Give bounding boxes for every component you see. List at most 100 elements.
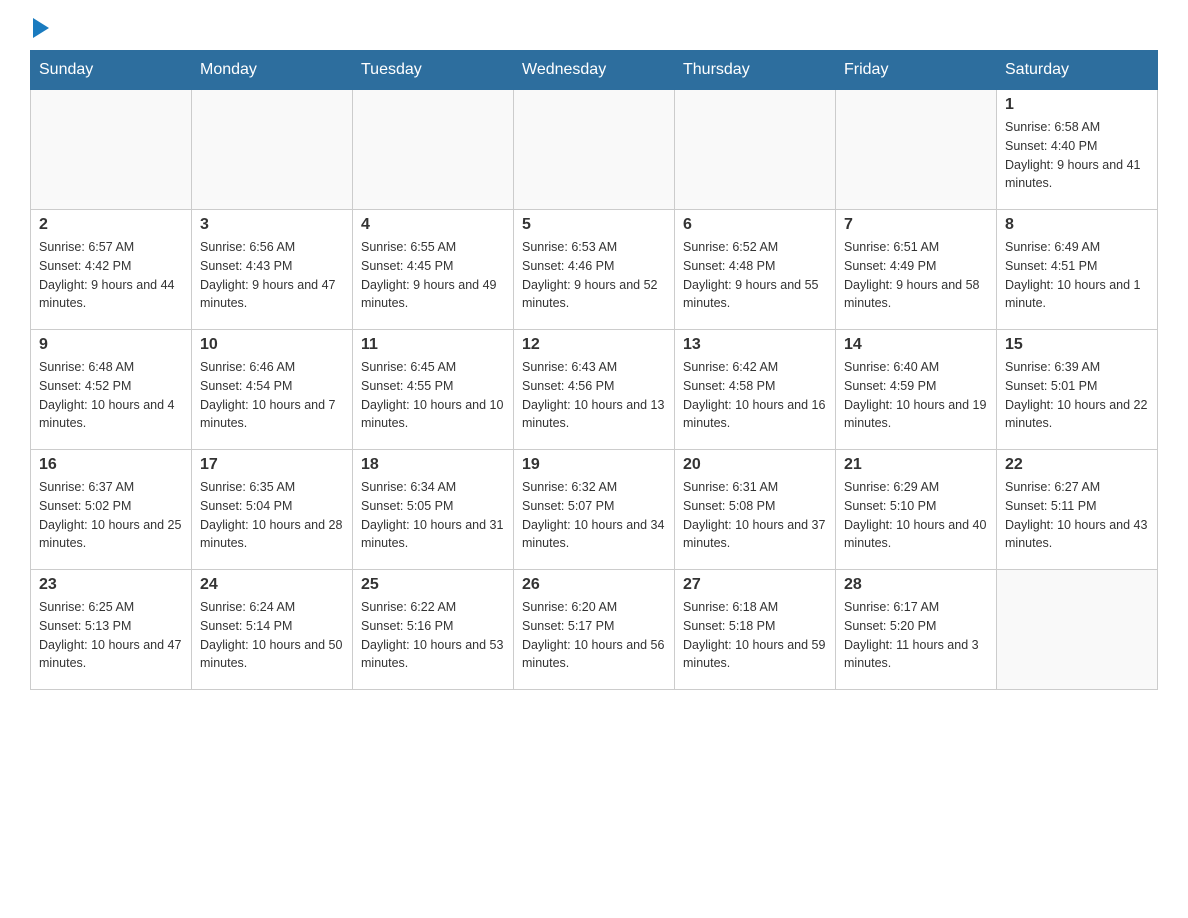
day-info: Sunrise: 6:53 AM Sunset: 4:46 PM Dayligh… <box>522 238 666 313</box>
calendar-week-row: 1 Sunrise: 6:58 AM Sunset: 4:40 PM Daylig… <box>31 90 1158 210</box>
day-info: Sunrise: 6:27 AM Sunset: 5:11 PM Dayligh… <box>1005 478 1149 553</box>
calendar-cell: 17 Sunrise: 6:35 AM Sunset: 5:04 PM Dayli… <box>192 450 353 570</box>
calendar-cell <box>997 570 1158 690</box>
calendar-cell: 21 Sunrise: 6:29 AM Sunset: 5:10 PM Dayli… <box>836 450 997 570</box>
day-number: 23 <box>39 576 183 594</box>
day-number: 19 <box>522 456 666 474</box>
calendar-cell: 23 Sunrise: 6:25 AM Sunset: 5:13 PM Dayli… <box>31 570 192 690</box>
page-header <box>30 20 1158 34</box>
day-number: 11 <box>361 336 505 354</box>
logo <box>30 20 49 34</box>
calendar-cell <box>353 90 514 210</box>
day-number: 12 <box>522 336 666 354</box>
day-info: Sunrise: 6:51 AM Sunset: 4:49 PM Dayligh… <box>844 238 988 313</box>
calendar-cell: 12Sunrise: 6:43 AM Sunset: 4:56 PM Dayli… <box>514 330 675 450</box>
day-number: 1 <box>1005 96 1149 114</box>
weekday-header-sunday: Sunday <box>31 51 192 90</box>
day-info: Sunrise: 6:34 AM Sunset: 5:05 PM Dayligh… <box>361 478 505 553</box>
day-number: 20 <box>683 456 827 474</box>
calendar-cell: 22 Sunrise: 6:27 AM Sunset: 5:11 PM Dayli… <box>997 450 1158 570</box>
day-info: Sunrise: 6:58 AM Sunset: 4:40 PM Dayligh… <box>1005 118 1149 193</box>
day-number: 27 <box>683 576 827 594</box>
calendar-cell: 7 Sunrise: 6:51 AM Sunset: 4:49 PM Daylig… <box>836 210 997 330</box>
day-number: 10 <box>200 336 344 354</box>
calendar-cell: 13 Sunrise: 6:42 AM Sunset: 4:58 PM Dayli… <box>675 330 836 450</box>
calendar-cell: 10 Sunrise: 6:46 AM Sunset: 4:54 PM Dayli… <box>192 330 353 450</box>
day-number: 14 <box>844 336 988 354</box>
calendar-cell: 16Sunrise: 6:37 AM Sunset: 5:02 PM Dayli… <box>31 450 192 570</box>
calendar-body: 1 Sunrise: 6:58 AM Sunset: 4:40 PM Daylig… <box>31 90 1158 690</box>
calendar-cell <box>31 90 192 210</box>
day-info: Sunrise: 6:35 AM Sunset: 5:04 PM Dayligh… <box>200 478 344 553</box>
day-number: 2 <box>39 216 183 234</box>
calendar-cell: 5 Sunrise: 6:53 AM Sunset: 4:46 PM Daylig… <box>514 210 675 330</box>
calendar-cell: 3 Sunrise: 6:56 AM Sunset: 4:43 PM Daylig… <box>192 210 353 330</box>
calendar-table: SundayMondayTuesdayWednesdayThursdayFrid… <box>30 50 1158 690</box>
calendar-cell: 9 Sunrise: 6:48 AM Sunset: 4:52 PM Daylig… <box>31 330 192 450</box>
day-info: Sunrise: 6:56 AM Sunset: 4:43 PM Dayligh… <box>200 238 344 313</box>
calendar-header: SundayMondayTuesdayWednesdayThursdayFrid… <box>31 51 1158 90</box>
day-info: Sunrise: 6:37 AM Sunset: 5:02 PM Dayligh… <box>39 478 183 553</box>
calendar-cell <box>514 90 675 210</box>
day-info: Sunrise: 6:22 AM Sunset: 5:16 PM Dayligh… <box>361 598 505 673</box>
day-number: 26 <box>522 576 666 594</box>
day-info: Sunrise: 6:45 AM Sunset: 4:55 PM Dayligh… <box>361 358 505 433</box>
calendar-cell: 20 Sunrise: 6:31 AM Sunset: 5:08 PM Dayli… <box>675 450 836 570</box>
calendar-cell: 1 Sunrise: 6:58 AM Sunset: 4:40 PM Daylig… <box>997 90 1158 210</box>
day-info: Sunrise: 6:29 AM Sunset: 5:10 PM Dayligh… <box>844 478 988 553</box>
day-number: 13 <box>683 336 827 354</box>
calendar-cell: 28 Sunrise: 6:17 AM Sunset: 5:20 PM Dayli… <box>836 570 997 690</box>
day-number: 6 <box>683 216 827 234</box>
day-number: 3 <box>200 216 344 234</box>
day-number: 18 <box>361 456 505 474</box>
day-info: Sunrise: 6:31 AM Sunset: 5:08 PM Dayligh… <box>683 478 827 553</box>
calendar-week-row: 2 Sunrise: 6:57 AM Sunset: 4:42 PM Daylig… <box>31 210 1158 330</box>
calendar-cell: 11 Sunrise: 6:45 AM Sunset: 4:55 PM Dayli… <box>353 330 514 450</box>
day-info: Sunrise: 6:46 AM Sunset: 4:54 PM Dayligh… <box>200 358 344 433</box>
calendar-cell: 15Sunrise: 6:39 AM Sunset: 5:01 PM Dayli… <box>997 330 1158 450</box>
day-number: 25 <box>361 576 505 594</box>
weekday-header-tuesday: Tuesday <box>353 51 514 90</box>
day-number: 5 <box>522 216 666 234</box>
calendar-week-row: 16Sunrise: 6:37 AM Sunset: 5:02 PM Dayli… <box>31 450 1158 570</box>
calendar-cell: 14Sunrise: 6:40 AM Sunset: 4:59 PM Dayli… <box>836 330 997 450</box>
day-info: Sunrise: 6:25 AM Sunset: 5:13 PM Dayligh… <box>39 598 183 673</box>
day-info: Sunrise: 6:49 AM Sunset: 4:51 PM Dayligh… <box>1005 238 1149 313</box>
calendar-cell: 27 Sunrise: 6:18 AM Sunset: 5:18 PM Dayli… <box>675 570 836 690</box>
calendar-cell <box>192 90 353 210</box>
weekday-header-thursday: Thursday <box>675 51 836 90</box>
day-info: Sunrise: 6:57 AM Sunset: 4:42 PM Dayligh… <box>39 238 183 313</box>
calendar-cell: 8Sunrise: 6:49 AM Sunset: 4:51 PM Daylig… <box>997 210 1158 330</box>
calendar-cell: 26 Sunrise: 6:20 AM Sunset: 5:17 PM Dayli… <box>514 570 675 690</box>
day-number: 28 <box>844 576 988 594</box>
day-number: 9 <box>39 336 183 354</box>
day-info: Sunrise: 6:48 AM Sunset: 4:52 PM Dayligh… <box>39 358 183 433</box>
day-info: Sunrise: 6:32 AM Sunset: 5:07 PM Dayligh… <box>522 478 666 553</box>
logo-arrow-icon <box>33 18 49 38</box>
calendar-cell: 18 Sunrise: 6:34 AM Sunset: 5:05 PM Dayli… <box>353 450 514 570</box>
day-info: Sunrise: 6:42 AM Sunset: 4:58 PM Dayligh… <box>683 358 827 433</box>
day-info: Sunrise: 6:39 AM Sunset: 5:01 PM Dayligh… <box>1005 358 1149 433</box>
day-number: 21 <box>844 456 988 474</box>
day-info: Sunrise: 6:18 AM Sunset: 5:18 PM Dayligh… <box>683 598 827 673</box>
day-info: Sunrise: 6:20 AM Sunset: 5:17 PM Dayligh… <box>522 598 666 673</box>
day-info: Sunrise: 6:52 AM Sunset: 4:48 PM Dayligh… <box>683 238 827 313</box>
day-info: Sunrise: 6:17 AM Sunset: 5:20 PM Dayligh… <box>844 598 988 673</box>
weekday-header-friday: Friday <box>836 51 997 90</box>
calendar-cell: 24Sunrise: 6:24 AM Sunset: 5:14 PM Dayli… <box>192 570 353 690</box>
day-number: 17 <box>200 456 344 474</box>
weekday-header-row: SundayMondayTuesdayWednesdayThursdayFrid… <box>31 51 1158 90</box>
calendar-cell <box>675 90 836 210</box>
calendar-week-row: 23 Sunrise: 6:25 AM Sunset: 5:13 PM Dayli… <box>31 570 1158 690</box>
day-number: 7 <box>844 216 988 234</box>
day-info: Sunrise: 6:55 AM Sunset: 4:45 PM Dayligh… <box>361 238 505 313</box>
weekday-header-saturday: Saturday <box>997 51 1158 90</box>
calendar-cell: 19 Sunrise: 6:32 AM Sunset: 5:07 PM Dayli… <box>514 450 675 570</box>
calendar-cell: 25 Sunrise: 6:22 AM Sunset: 5:16 PM Dayli… <box>353 570 514 690</box>
day-number: 24 <box>200 576 344 594</box>
weekday-header-wednesday: Wednesday <box>514 51 675 90</box>
calendar-cell: 4Sunrise: 6:55 AM Sunset: 4:45 PM Daylig… <box>353 210 514 330</box>
day-number: 22 <box>1005 456 1149 474</box>
weekday-header-monday: Monday <box>192 51 353 90</box>
calendar-cell <box>836 90 997 210</box>
